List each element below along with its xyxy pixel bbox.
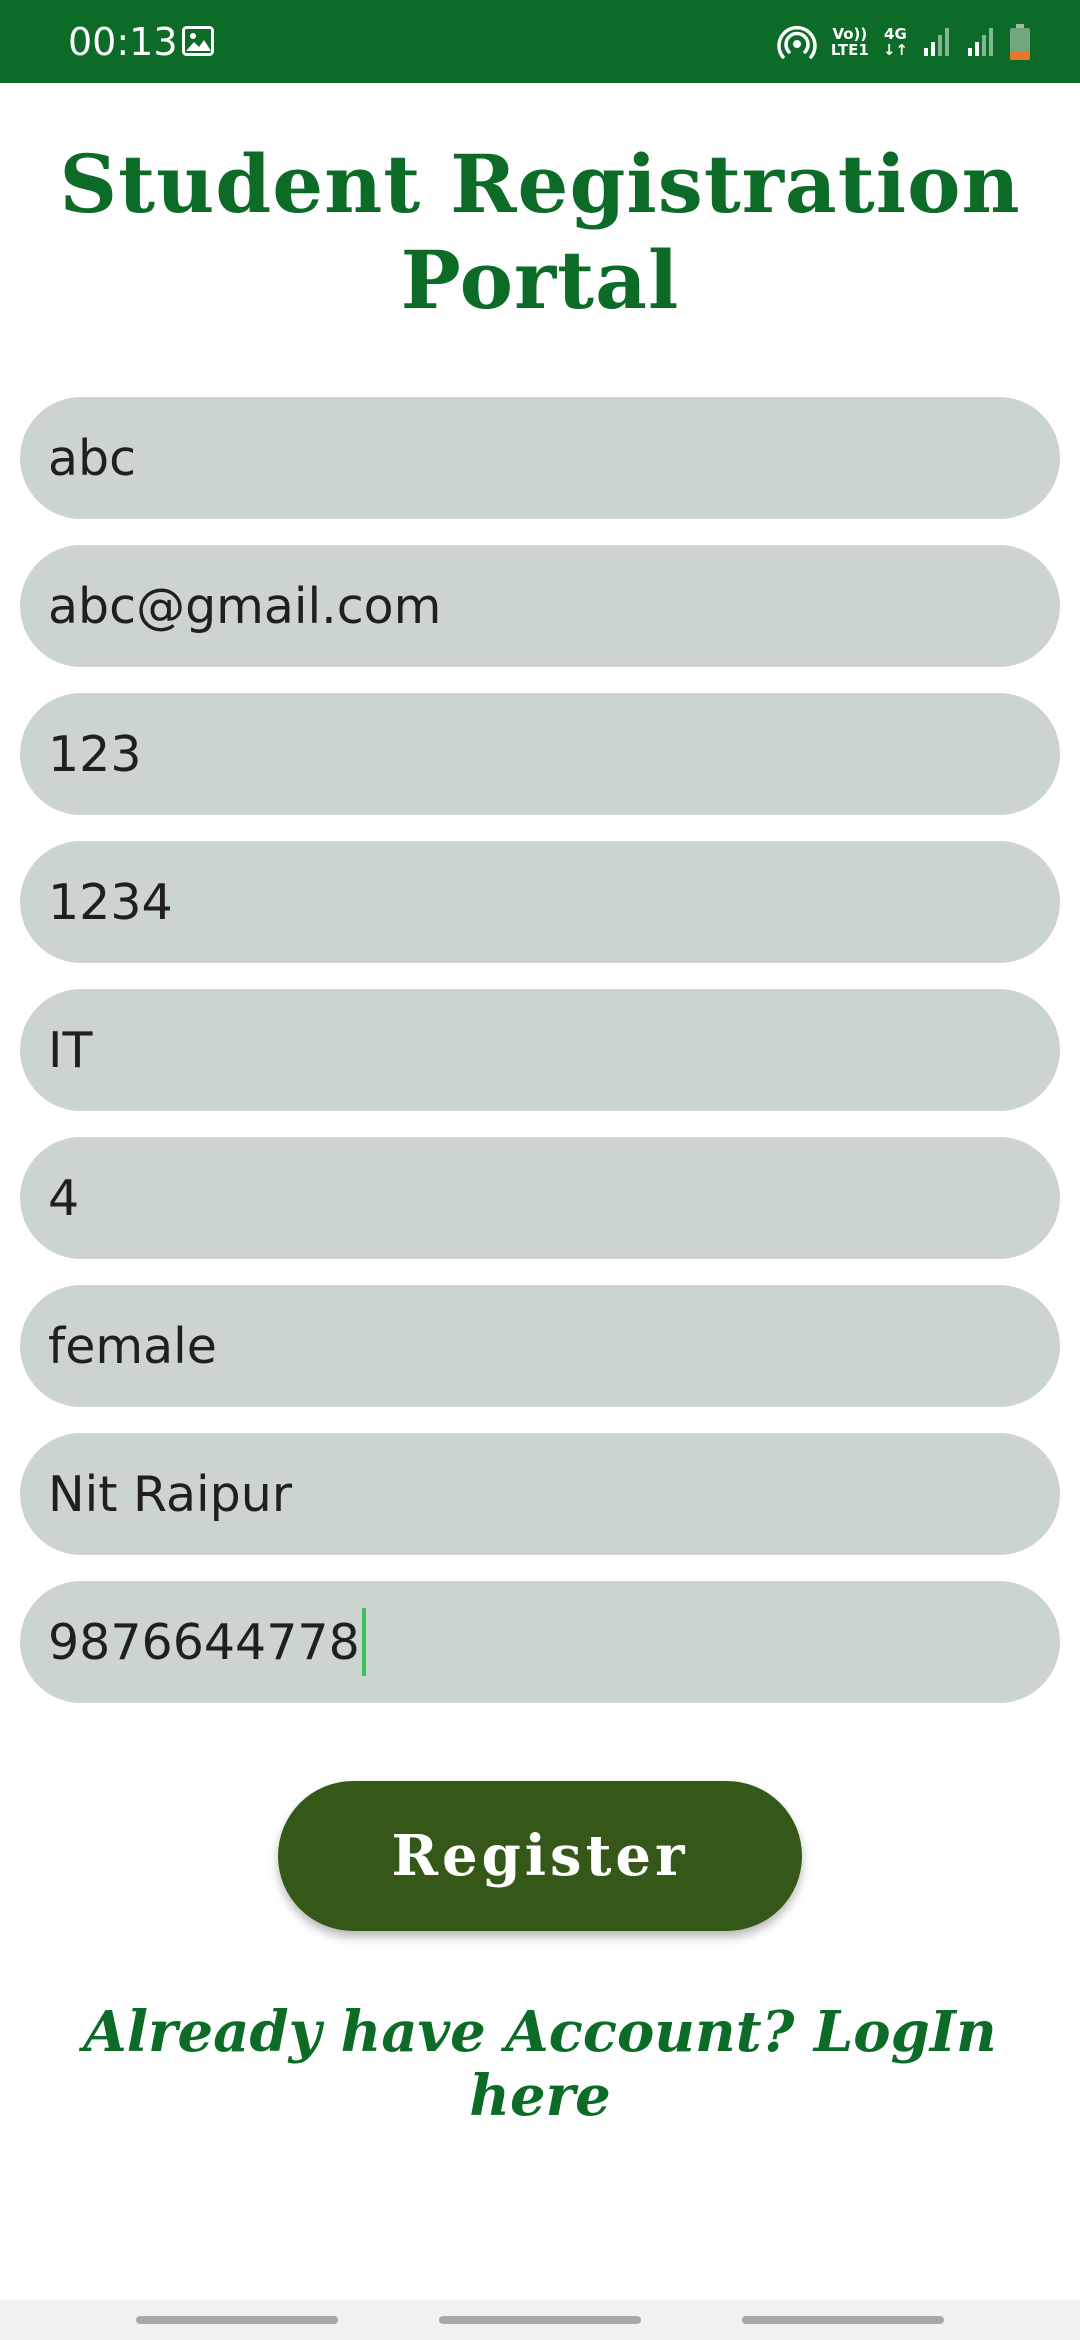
college-field[interactable]: Nit Raipur xyxy=(20,1433,1060,1555)
name-field[interactable]: abc xyxy=(20,397,1060,519)
signal-strength-icon-sim1 xyxy=(924,28,949,56)
nav-home-handle[interactable] xyxy=(439,2316,641,2324)
page-title: Student Registration Portal xyxy=(59,137,1021,327)
password-field[interactable]: 123 xyxy=(20,693,1060,815)
lte-label: LTE1 xyxy=(830,41,869,59)
nav-back-handle[interactable] xyxy=(742,2316,944,2324)
roll-number-field[interactable]: 1234 xyxy=(20,841,1060,963)
nav-recents-handle[interactable] xyxy=(136,2316,338,2324)
volte-label: Vo)) xyxy=(832,25,868,43)
hotspot-icon xyxy=(777,26,817,59)
phone-field[interactable]: 9876644778 xyxy=(20,1581,1060,1703)
network-label: 4G xyxy=(884,25,907,43)
battery-low-icon xyxy=(1010,24,1030,60)
text-cursor xyxy=(361,1608,366,1676)
phone-field-value: 9876644778 xyxy=(48,1613,360,1671)
register-button[interactable]: Register xyxy=(278,1781,802,1931)
status-time: 00:13 xyxy=(68,20,178,64)
navigation-bar xyxy=(0,2300,1080,2340)
network-type-indicator: 4G ↓↑ xyxy=(883,26,908,58)
status-bar: 00:13 Vo)) LTE1 4G ↓↑ xyxy=(0,0,1080,83)
registration-screen: 00:13 Vo)) LTE1 4G ↓↑ Student Registrati… xyxy=(0,0,1080,2340)
signal-strength-icon-sim2 xyxy=(968,28,993,56)
year-field[interactable]: 4 xyxy=(20,1137,1060,1259)
volte-indicator: Vo)) LTE1 xyxy=(831,26,869,58)
email-field[interactable]: abc@gmail.com xyxy=(20,545,1060,667)
status-icons: Vo)) LTE1 4G ↓↑ xyxy=(777,20,1030,64)
gender-field[interactable]: female xyxy=(20,1285,1060,1407)
branch-field[interactable]: IT xyxy=(20,989,1060,1111)
login-link[interactable]: Already have Account? LogIn here xyxy=(60,2000,1020,2128)
gallery-notification-icon xyxy=(182,26,214,56)
data-arrows-icon: ↓↑ xyxy=(882,41,908,59)
